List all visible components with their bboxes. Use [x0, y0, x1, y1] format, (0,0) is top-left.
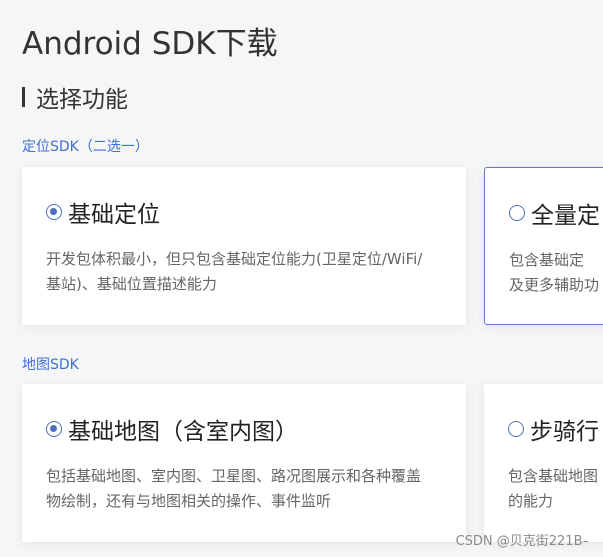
- basic-map-radio[interactable]: [46, 421, 62, 437]
- basic-location-radio[interactable]: [46, 204, 62, 220]
- section-title-text: 选择功能: [36, 87, 128, 113]
- walk-ride-description: 包含基础地图 的能力: [508, 464, 603, 514]
- section-title: 选择功能: [22, 84, 128, 113]
- basic-map-card[interactable]: 基础地图（含室内图） 包括基础地图、室内图、卫星图、路况图展示和各种覆盖物绘制，…: [22, 384, 466, 542]
- walk-ride-description-line-1: 包含基础地图: [508, 467, 599, 485]
- walk-ride-description-line-2: 的能力: [508, 492, 554, 510]
- full-location-title: 全量定: [531, 203, 600, 229]
- csdn-watermark: CSDN @贝克街221B–: [455, 534, 589, 549]
- basic-location-header: 基础定位: [46, 195, 160, 229]
- basic-location-card[interactable]: 基础定位 开发包体积最小，但只包含基础定位能力(卫星定位/WiFi/基站)、基础…: [22, 167, 466, 325]
- walk-ride-title: 步骑行: [530, 419, 599, 445]
- full-location-radio[interactable]: [509, 205, 525, 221]
- full-location-card[interactable]: 全量定 包含基础定 及更多辅助功: [484, 167, 603, 325]
- walk-ride-radio[interactable]: [508, 421, 524, 437]
- basic-map-header: 基础地图（含室内图）: [46, 412, 298, 446]
- map-sdk-group-label: 地图SDK: [22, 357, 79, 373]
- page-title: Android SDK下载: [22, 26, 278, 62]
- basic-location-title: 基础定位: [68, 202, 160, 228]
- basic-map-description: 包括基础地图、室内图、卫星图、路况图展示和各种覆盖物绘制，还有与地图相关的操作、…: [46, 467, 422, 510]
- full-location-description-line-2: 及更多辅助功: [509, 276, 600, 294]
- location-sdk-group-label: 定位SDK（二选一）: [22, 139, 149, 155]
- full-location-header: 全量定: [509, 196, 600, 230]
- basic-map-title: 基础地图（含室内图）: [68, 419, 298, 445]
- full-location-description: 包含基础定 及更多辅助功: [509, 248, 603, 298]
- full-location-description-line-1: 包含基础定: [509, 251, 585, 269]
- walk-ride-header: 步骑行: [508, 412, 599, 446]
- section-title-bar: [22, 87, 25, 107]
- basic-location-description: 开发包体积最小，但只包含基础定位能力(卫星定位/WiFi/基站)、基础位置描述能…: [46, 250, 423, 293]
- walk-ride-card[interactable]: 步骑行 包含基础地图 的能力: [484, 384, 603, 542]
